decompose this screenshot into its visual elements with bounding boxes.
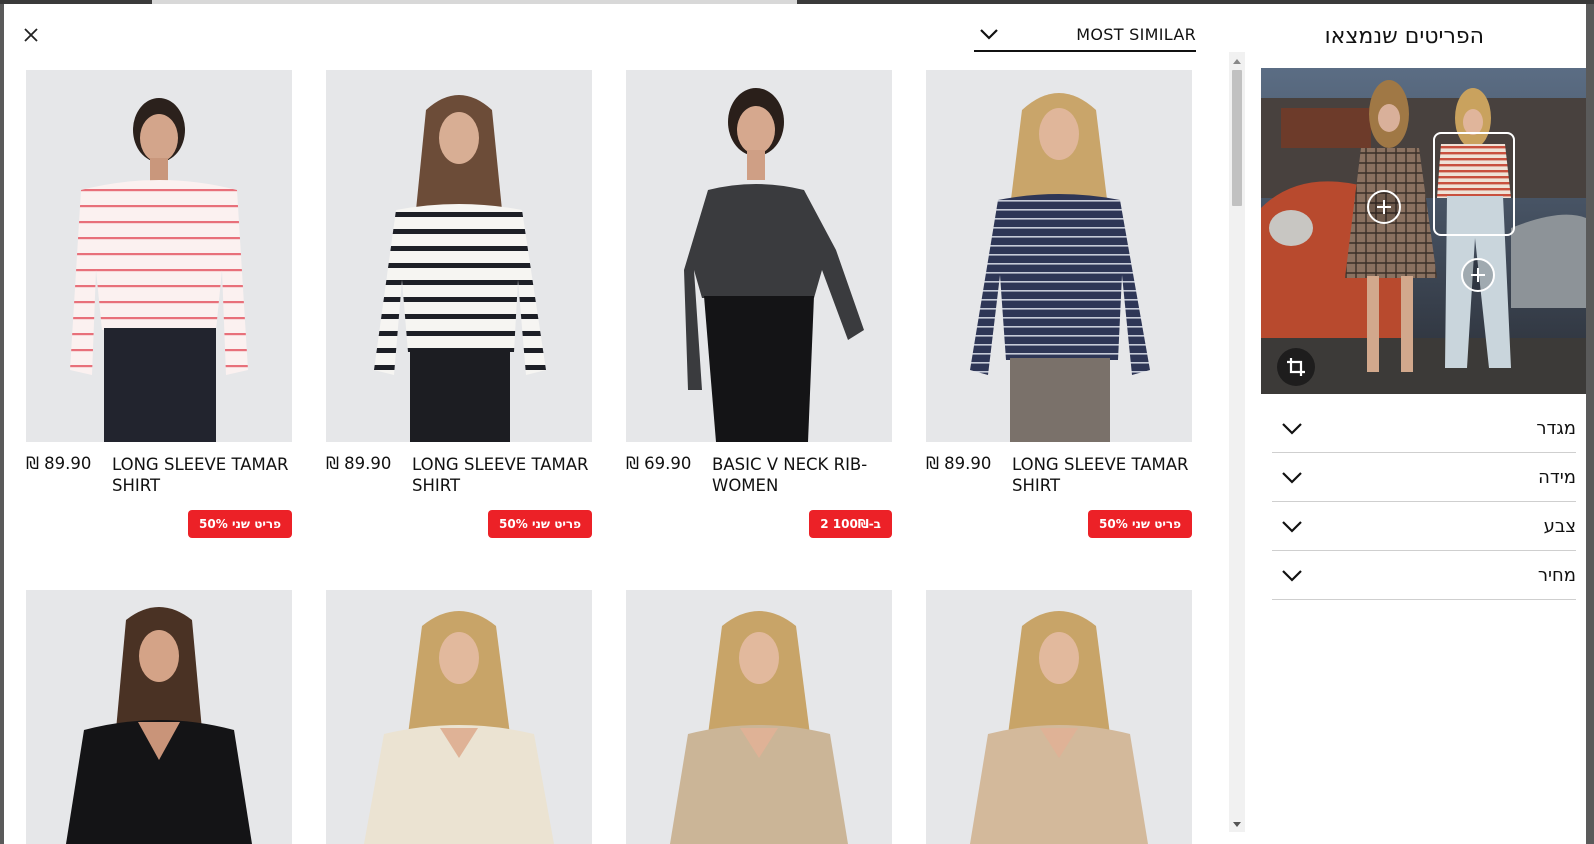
- product-name[interactable]: LONG SLEEVE TAMAR SHIRT: [412, 454, 592, 496]
- product-name[interactable]: BASIC V NECK RIB-WOMEN: [712, 454, 892, 496]
- selected-item-frame[interactable]: [1433, 132, 1515, 236]
- visual-search-modal: MOST SIMILAR ₪ 89.90 LONG SLEEVE TAMAR S…: [4, 4, 1586, 844]
- product-card[interactable]: [626, 590, 892, 844]
- product-image[interactable]: [626, 590, 892, 844]
- chevron-down-icon: [1282, 423, 1302, 435]
- add-item-hotspot[interactable]: [1367, 190, 1401, 224]
- product-card[interactable]: ₪ 89.90 LONG SLEEVE TAMAR SHIRT פריט שני…: [926, 70, 1192, 538]
- filter-accordion: מגדר מידה צבע מחיר: [1272, 404, 1576, 600]
- sort-label: MOST SIMILAR: [1076, 24, 1196, 44]
- scroll-thumb[interactable]: [1232, 70, 1242, 206]
- crop-button[interactable]: [1277, 348, 1315, 386]
- filter-label: צבע: [1543, 515, 1576, 537]
- chevron-down-icon: [1282, 570, 1302, 582]
- scroll-down-arrow[interactable]: [1229, 818, 1245, 832]
- filter-color[interactable]: צבע: [1272, 502, 1576, 551]
- chevron-down-icon: [980, 29, 998, 40]
- product-name[interactable]: LONG SLEEVE TAMAR SHIRT: [112, 454, 292, 496]
- source-image: [1261, 68, 1586, 394]
- crop-icon: [1287, 358, 1305, 376]
- product-card[interactable]: ₪ 89.90 LONG SLEEVE TAMAR SHIRT פריט שני…: [326, 70, 592, 538]
- product-card[interactable]: [26, 590, 292, 844]
- product-image[interactable]: [626, 70, 892, 442]
- product-image[interactable]: [326, 70, 592, 442]
- plus-icon: [1377, 200, 1391, 214]
- close-button[interactable]: [18, 22, 44, 48]
- add-item-hotspot[interactable]: [1461, 258, 1495, 292]
- sidebar-title: הפריטים שנמצאו: [1324, 24, 1484, 49]
- promo-badge: 2 ב-100₪: [809, 510, 892, 538]
- product-card[interactable]: [926, 590, 1192, 844]
- product-image[interactable]: [926, 590, 1192, 844]
- product-image[interactable]: [326, 590, 592, 844]
- promo-badge: פריט שני 50%: [488, 510, 592, 538]
- chevron-down-icon: [1282, 521, 1302, 533]
- promo-badge: פריט שני 50%: [1088, 510, 1192, 538]
- promo-badge: פריט שני 50%: [188, 510, 292, 538]
- product-price: ₪ 89.90: [326, 454, 392, 473]
- filter-label: מגדר: [1536, 417, 1576, 439]
- plus-icon: [1471, 268, 1485, 282]
- chevron-down-icon: [1282, 472, 1302, 484]
- product-image[interactable]: [26, 70, 292, 442]
- product-card[interactable]: ₪ 69.90 BASIC V NECK RIB-WOMEN 2 ב-100₪: [626, 70, 892, 538]
- sort-dropdown[interactable]: MOST SIMILAR: [974, 22, 1196, 52]
- scroll-up-arrow[interactable]: [1229, 54, 1245, 68]
- results-grid: ₪ 89.90 LONG SLEEVE TAMAR SHIRT פריט שני…: [4, 70, 1222, 844]
- filter-price[interactable]: מחיר: [1272, 551, 1576, 600]
- product-price: ₪ 89.90: [26, 454, 92, 473]
- product-image[interactable]: [926, 70, 1192, 442]
- product-name[interactable]: LONG SLEEVE TAMAR SHIRT: [1012, 454, 1192, 496]
- filter-gender[interactable]: מגדר: [1272, 404, 1576, 453]
- filter-label: מחיר: [1537, 564, 1576, 586]
- results-scrollbar[interactable]: [1229, 52, 1245, 832]
- product-card[interactable]: [326, 590, 592, 844]
- filter-size[interactable]: מידה: [1272, 453, 1576, 502]
- product-price: ₪ 69.90: [626, 454, 692, 473]
- filter-label: מידה: [1538, 466, 1576, 488]
- product-card[interactable]: ₪ 89.90 LONG SLEEVE TAMAR SHIRT פריט שני…: [26, 70, 292, 538]
- product-price: ₪ 89.90: [926, 454, 992, 473]
- close-icon: [24, 28, 38, 42]
- product-image[interactable]: [26, 590, 292, 844]
